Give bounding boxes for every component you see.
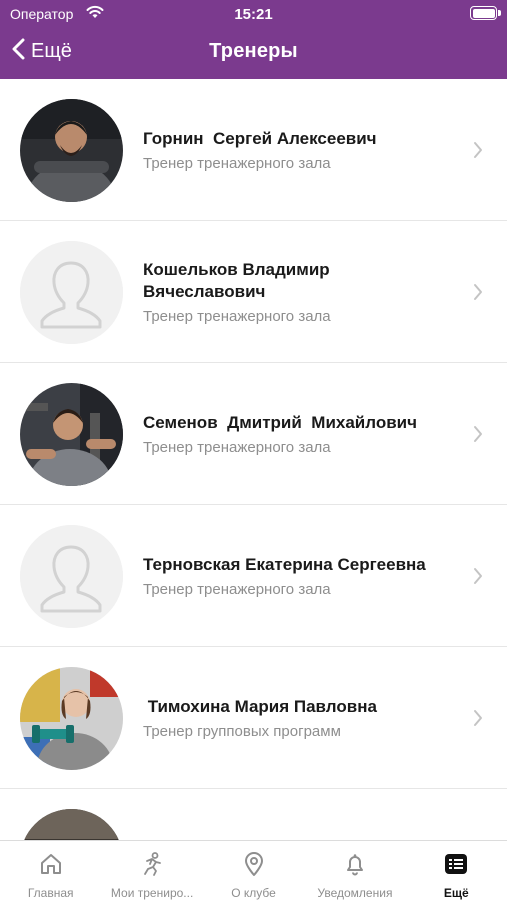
trainer-role: Тренер тренажерного зала [143,439,331,456]
status-time: 15:21 [234,6,273,23]
list-icon [443,851,469,882]
running-person-icon [139,851,165,882]
avatar-placeholder-icon [20,525,123,628]
tab-bar: Главная Мои трениро... О клубе Уведомления Е… [0,840,507,900]
trainer-row[interactable]: Горнин Сергей Алексеевич Тренер тренажерн… [0,79,507,221]
tab-label: Мои трениро... [110,886,194,900]
tab-label: Ещё [443,886,469,900]
tab-label: Главная [27,886,74,900]
chevron-right-icon [473,283,483,306]
chevron-right-icon [473,425,483,448]
trainer-avatar [20,383,123,486]
trainer-name: Кошельков Владимир Вячеславович [143,260,330,301]
trainer-row[interactable]: Александрова Александра [0,789,507,840]
trainer-row[interactable]: Тимохина Мария Павловна Тренер групповых … [0,647,507,789]
trainer-role: Тренер тренажерного зала [143,308,331,325]
chevron-right-icon [473,567,483,590]
trainer-name: Терновская Екатерина Сергеевна [143,555,426,574]
chevron-right-icon [473,141,483,164]
trainer-row[interactable]: Терновская Екатерина Сергеевна Тренер тре… [0,505,507,647]
page-title: Тренеры [209,40,298,62]
tab-list[interactable]: Ещё [406,841,507,900]
trainer-role: Тренер групповых программ [143,723,341,740]
trainer-info: Горнин Сергей Алексеевич Тренер тренажерн… [143,79,463,221]
battery-icon [470,6,497,20]
trainer-name: Тимохина Мария Павловна [143,697,377,716]
location-pin-icon [241,851,267,882]
tab-location-pin[interactable]: О клубе [203,841,304,900]
trainers-list: Горнин Сергей Алексеевич Тренер тренажерн… [0,79,507,840]
tab-home[interactable]: Главная [0,841,101,900]
avatar-placeholder-icon [20,241,123,344]
nav-bar: Ещё Тренеры [0,30,507,76]
trainer-avatar [20,667,123,770]
trainer-role: Тренер тренажерного зала [143,581,331,598]
status-bar: Оператор 15:21 [0,0,507,28]
bell-icon [342,851,368,882]
trainer-row[interactable]: Семенов Дмитрий Михайлович Тренер тренаже… [0,363,507,505]
trainer-info: Тимохина Мария Павловна Тренер групповых … [143,647,463,789]
trainer-row[interactable]: Кошельков Владимир Вячеславович Тренер тр… [0,221,507,363]
trainer-avatar [20,809,123,840]
battery-tip [498,10,501,16]
header: Оператор 15:21 Ещё Тренеры [0,0,507,79]
tab-bell[interactable]: Уведомления [304,841,405,900]
trainer-name: Семенов Дмитрий Михайлович [143,413,417,432]
tab-label: Уведомления [317,886,393,900]
trainer-info: Семенов Дмитрий Михайлович Тренер тренаже… [143,363,463,505]
tab-running-person[interactable]: Мои трениро... [101,841,202,900]
trainer-name: Горнин Сергей Алексеевич [143,129,377,148]
trainer-avatar [20,99,123,202]
trainer-info: Александрова Александра [143,789,463,840]
tab-label: О клубе [231,886,276,900]
trainer-info: Кошельков Владимир Вячеславович Тренер тр… [143,221,463,363]
home-icon [38,851,64,882]
trainer-info: Терновская Екатерина Сергеевна Тренер тре… [143,505,463,647]
trainer-role: Тренер тренажерного зала [143,155,331,172]
chevron-right-icon [473,709,483,732]
